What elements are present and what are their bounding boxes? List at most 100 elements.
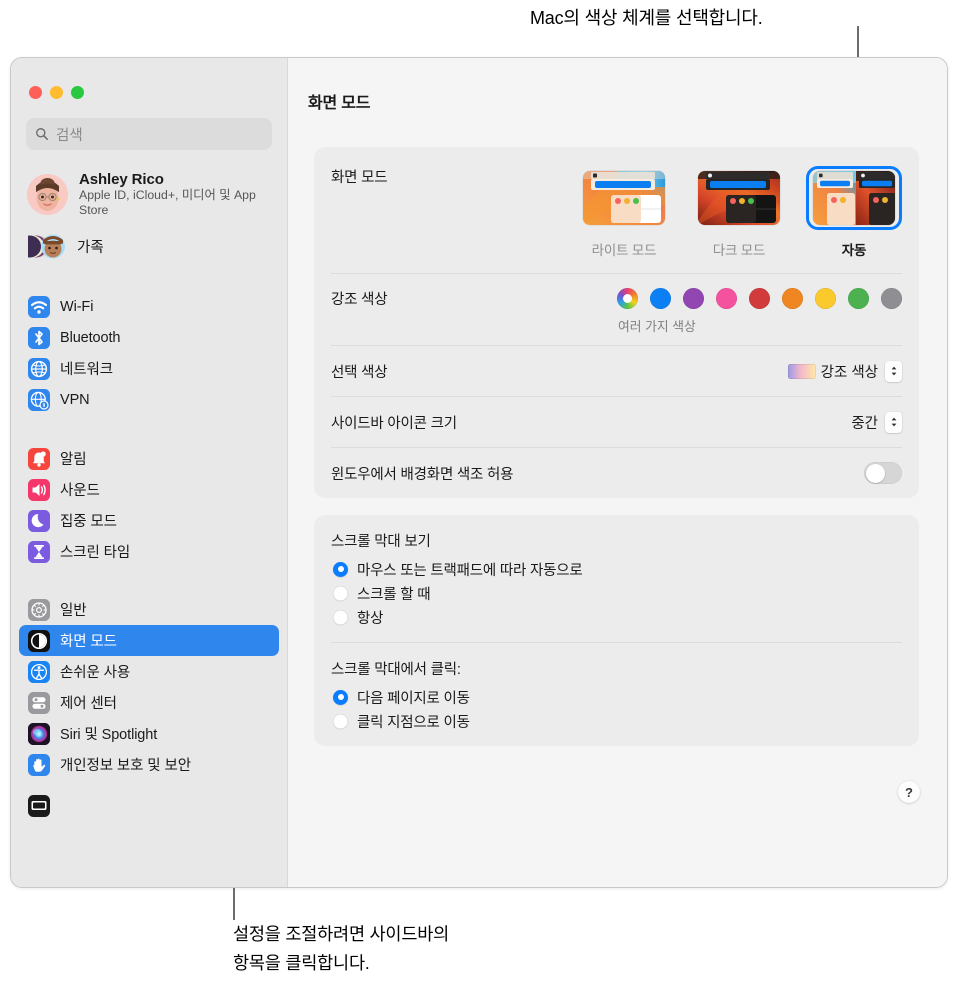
highlight-color-value: 강조 색상	[820, 364, 878, 381]
sidebar-item-notifications-label: 알림	[60, 452, 87, 468]
scrollbar-show-option-auto[interactable]: 마우스 또는 트랙패드에 따라 자동으로	[331, 557, 902, 581]
sidebar-group-system: 알림 사운드 집중 모드 스크린 타임	[11, 443, 287, 567]
sidebar-item-network[interactable]: 네트워크	[19, 353, 279, 384]
accent-swatch-yellow[interactable]	[815, 288, 836, 309]
radio-button[interactable]	[333, 609, 348, 625]
radio-button[interactable]	[333, 689, 348, 705]
sidebar: 검색 Ashley Rico Apple ID, iCloud+, 미디어 및 …	[11, 58, 288, 887]
accent-swatch-orange[interactable]	[782, 288, 803, 309]
scrollbar-settings-card: 스크롤 막대 보기 마우스 또는 트랙패드에 따라 자동으로 스크롤 할 때 항…	[314, 515, 919, 746]
wallpaper-tinting-toggle[interactable]	[864, 462, 902, 484]
accent-swatch-graphite[interactable]	[881, 288, 902, 309]
appearance-option-dark[interactable]: 다크 모드	[691, 166, 787, 259]
sidebar-item-control-center[interactable]: 제어 센터	[19, 687, 279, 718]
sidebar-item-family-label: 가족	[77, 240, 104, 256]
gear-icon	[28, 598, 50, 621]
sidebar-item-vpn[interactable]: VPN	[19, 384, 279, 415]
accent-color-caption: 여러 가지 색상	[618, 319, 696, 334]
account-row[interactable]: Ashley Rico Apple ID, iCloud+, 미디어 및 App…	[27, 168, 275, 221]
scrollbar-click-option-spot[interactable]: 클릭 지점으로 이동	[331, 709, 902, 733]
scrollbar-show-option-always[interactable]: 항상	[331, 605, 902, 629]
sidebar-item-appearance[interactable]: 화면 모드	[19, 625, 279, 656]
sidebar-item-focus[interactable]: 집중 모드	[19, 505, 279, 536]
window-controls	[11, 58, 287, 99]
sidebar-icon-size-control[interactable]: 중간	[851, 411, 902, 433]
sidebar-item-partial[interactable]	[19, 790, 279, 821]
sidebar-item-family[interactable]: 가족	[19, 230, 275, 263]
appearance-option-light-frame	[576, 166, 672, 230]
highlight-color-chip	[787, 363, 816, 379]
accent-swatch-multicolor[interactable]	[617, 288, 638, 309]
siri-icon	[28, 722, 50, 745]
desktop-dock-icon	[28, 794, 50, 817]
highlight-color-row: 선택 색상 강조 색상	[314, 346, 919, 396]
accent-color-row: 강조 색상 여러 가지 색상	[314, 274, 919, 345]
sidebar-item-privacy-security[interactable]: 개인정보 보호 및 보안	[19, 749, 279, 780]
sidebar-item-wifi[interactable]: Wi-Fi	[19, 291, 279, 322]
radio-button[interactable]	[333, 713, 348, 729]
scrollbar-show-option-scrolling[interactable]: 스크롤 할 때	[331, 581, 902, 605]
zoom-button[interactable]	[71, 86, 84, 99]
sidebar-item-privacy-security-label: 개인정보 보호 및 보안	[60, 758, 191, 774]
callout-top-text: Mac의 색상 체계를 선택합니다.	[530, 8, 763, 28]
sidebar-item-screentime[interactable]: 스크린 타임	[19, 536, 279, 567]
chevron-updown-icon[interactable]	[885, 360, 902, 382]
bell-icon	[28, 447, 50, 470]
scrollbar-show-section: 스크롤 막대 보기 마우스 또는 트랙패드에 따라 자동으로 스크롤 할 때 항…	[314, 515, 919, 642]
accent-swatch-red[interactable]	[749, 288, 770, 309]
sidebar-item-sound[interactable]: 사운드	[19, 474, 279, 505]
search-input[interactable]: 검색	[26, 118, 272, 150]
sidebar-item-vpn-label: VPN	[60, 391, 90, 408]
globe-icon	[28, 357, 50, 380]
sidebar-item-focus-label: 집중 모드	[60, 514, 117, 530]
close-button[interactable]	[29, 86, 42, 99]
avatar	[27, 174, 68, 215]
sidebar-item-general[interactable]: 일반	[19, 594, 279, 625]
scrollbar-click-option-next-page[interactable]: 다음 페이지로 이동	[331, 685, 902, 709]
accent-color-swatches	[617, 288, 902, 309]
sidebar-item-siri-spotlight[interactable]: Siri 및 Spotlight	[19, 718, 279, 749]
sidebar-item-bluetooth[interactable]: Bluetooth	[19, 322, 279, 353]
callout-bottom-line2: 항목을 클릭합니다.	[233, 953, 370, 973]
accessibility-icon	[28, 660, 50, 683]
accent-swatch-pink[interactable]	[716, 288, 737, 309]
wallpaper-tinting-control	[864, 462, 902, 484]
highlight-color-popup[interactable]: 강조 색상	[787, 361, 878, 382]
accent-swatch-purple[interactable]	[683, 288, 704, 309]
accent-swatch-green[interactable]	[848, 288, 869, 309]
scrollbar-show-option-always-label: 항상	[357, 610, 384, 627]
highlight-color-label: 선택 색상	[331, 364, 388, 381]
callout-bottom-text: 설정을 조절하려면 사이드바의 항목을 클릭합니다.	[233, 920, 449, 978]
sidebar-item-sound-label: 사운드	[60, 483, 100, 499]
appearance-option-auto[interactable]: 자동	[806, 166, 902, 259]
sidebar-item-network-label: 네트워크	[60, 362, 113, 378]
control-center-icon	[28, 691, 50, 714]
minimize-button[interactable]	[50, 86, 63, 99]
help-button[interactable]: ?	[898, 781, 920, 803]
toggle-knob	[865, 463, 885, 483]
dark-mode-thumbnail	[698, 171, 780, 225]
appearance-option-dark-label: 다크 모드	[712, 243, 766, 258]
appearance-option-light-label: 라이트 모드	[591, 243, 657, 258]
chevron-updown-icon[interactable]	[885, 411, 902, 433]
wifi-icon	[28, 295, 50, 318]
privacy-hand-icon	[28, 753, 50, 776]
accent-color-control: 여러 가지 색상	[617, 288, 902, 335]
radio-button[interactable]	[333, 585, 348, 601]
sidebar-item-accessibility[interactable]: 손쉬운 사용	[19, 656, 279, 687]
radio-button[interactable]	[333, 561, 348, 577]
sidebar-item-accessibility-label: 손쉬운 사용	[60, 665, 131, 681]
scrollbar-click-section: 스크롤 막대에서 클릭: 다음 페이지로 이동 클릭 지점으로 이동	[314, 643, 919, 746]
appearance-option-light[interactable]: 라이트 모드	[576, 166, 672, 259]
scrollbar-show-title: 스크롤 막대 보기	[331, 534, 431, 550]
sidebar-item-bluetooth-label: Bluetooth	[60, 329, 121, 346]
appearance-option-auto-label: 자동	[841, 243, 867, 258]
sidebar-icon-size-value[interactable]: 중간	[851, 412, 878, 433]
accent-swatch-blue[interactable]	[650, 288, 671, 309]
highlight-color-control[interactable]: 강조 색상	[787, 360, 902, 382]
appearance-icon	[28, 629, 50, 652]
sidebar-item-notifications[interactable]: 알림	[19, 443, 279, 474]
scrollbar-show-option-scrolling-label: 스크롤 할 때	[357, 586, 431, 603]
scrollbar-show-option-auto-label: 마우스 또는 트랙패드에 따라 자동으로	[357, 562, 583, 579]
